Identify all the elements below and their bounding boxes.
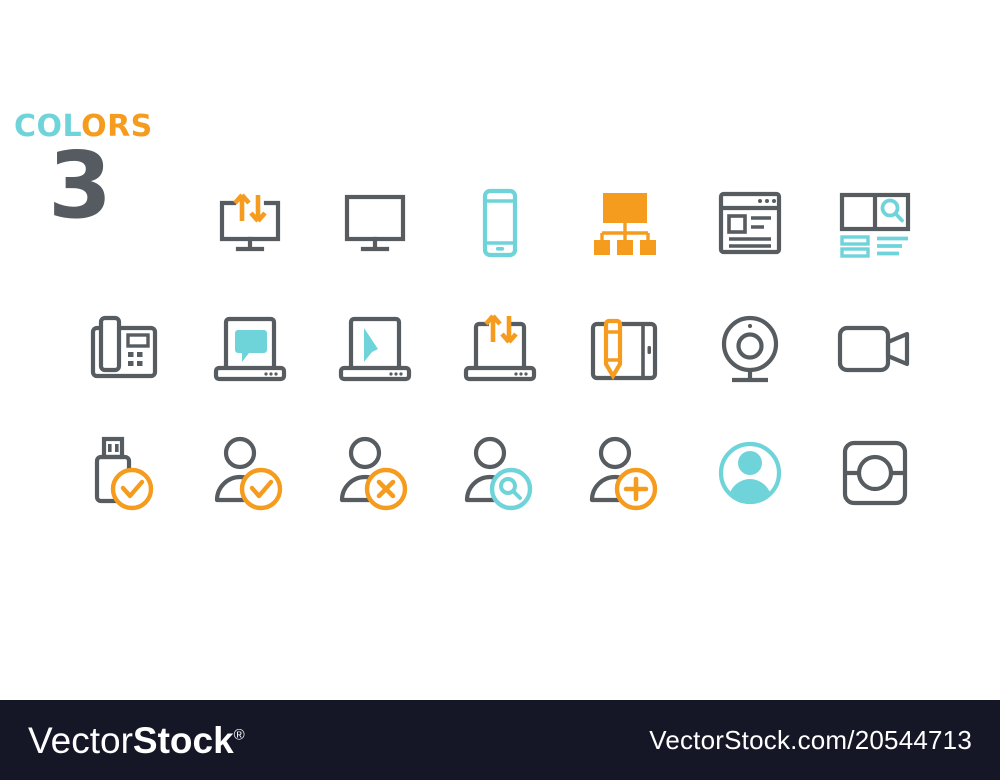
monitor-icon[interactable] xyxy=(312,160,437,285)
user-remove-icon[interactable] xyxy=(312,410,437,535)
laptop-cursor-icon[interactable] xyxy=(312,285,437,410)
brand-name-light: Vector xyxy=(28,719,133,761)
laptop-data-transfer-icon[interactable] xyxy=(437,285,562,410)
video-camera-icon[interactable] xyxy=(812,285,937,410)
vectorstock-logo: VectorStock® xyxy=(28,722,245,759)
sitemap-icon[interactable] xyxy=(562,160,687,285)
footer-bar: VectorStock® VectorStock.com/20544713 xyxy=(0,700,1000,780)
brand-name-bold: Stock xyxy=(132,719,234,761)
desk-phone-icon[interactable] xyxy=(62,285,187,410)
user-avatar-circle-icon[interactable] xyxy=(687,410,812,535)
browser-window-layout-icon[interactable] xyxy=(687,160,812,285)
user-search-icon[interactable] xyxy=(437,410,562,535)
user-add-icon[interactable] xyxy=(562,410,687,535)
registered-trademark-symbol: ® xyxy=(233,726,245,744)
contact-card-icon[interactable] xyxy=(812,410,937,535)
user-verified-icon[interactable] xyxy=(187,410,312,535)
tablet-stylus-icon[interactable] xyxy=(562,285,687,410)
usb-drive-verified-icon[interactable] xyxy=(62,410,187,535)
icon-grid xyxy=(0,160,1000,535)
monitor-data-transfer-icon[interactable] xyxy=(187,160,312,285)
search-layout-icon[interactable] xyxy=(812,160,937,285)
webcam-icon[interactable] xyxy=(687,285,812,410)
smartphone-icon[interactable] xyxy=(437,160,562,285)
footer-url: VectorStock.com/20544713 xyxy=(649,724,972,755)
laptop-chat-icon[interactable] xyxy=(187,285,312,410)
